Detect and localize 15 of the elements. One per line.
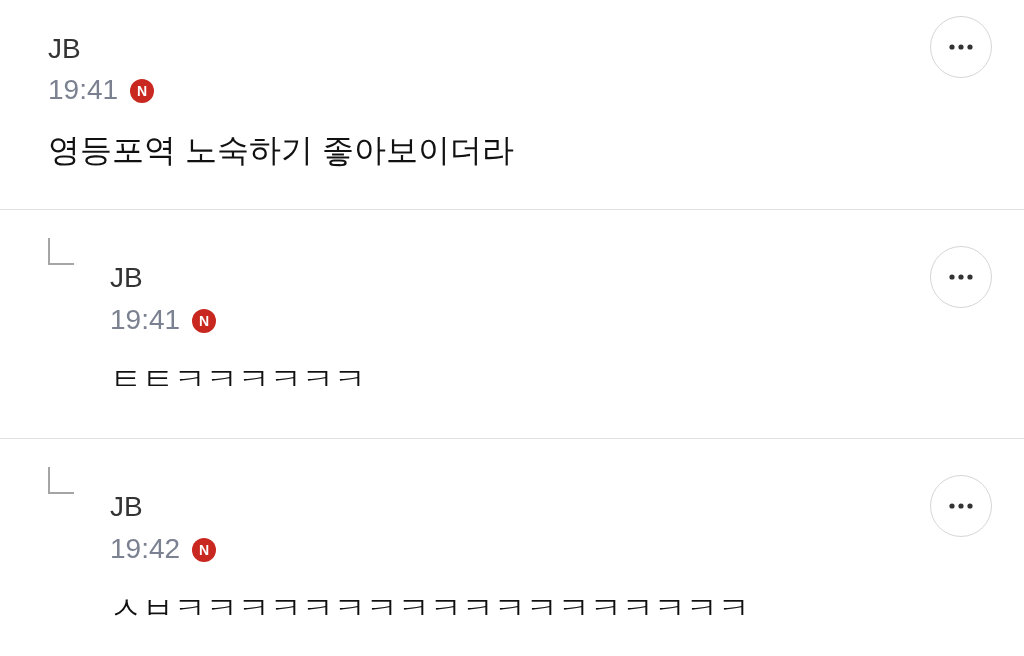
- comment-time: 19:41: [110, 303, 181, 337]
- comment-time: 19:41: [48, 73, 119, 107]
- new-badge: N: [192, 538, 217, 562]
- more-icon: [949, 503, 973, 509]
- new-badge: N: [192, 309, 217, 333]
- author-name: JB: [110, 491, 143, 522]
- more-icon: [949, 274, 973, 280]
- comment-text: ㅅㅂㅋㅋㅋㅋㅋㅋㅋㅋㅋㅋㅋㅋㅋㅋㅋㅋㅋㅋ: [110, 589, 751, 628]
- more-icon: [949, 44, 973, 50]
- author-name: JB: [48, 33, 81, 64]
- new-badge: N: [130, 79, 155, 103]
- comment-time: 19:42: [110, 532, 181, 566]
- comment-text: ㅌㅌㅋㅋㅋㅋㅋㅋ: [110, 360, 367, 399]
- comment-text: 영등포역 노숙하기 좋아보이더라: [48, 131, 515, 170]
- author-name: JB: [110, 262, 143, 293]
